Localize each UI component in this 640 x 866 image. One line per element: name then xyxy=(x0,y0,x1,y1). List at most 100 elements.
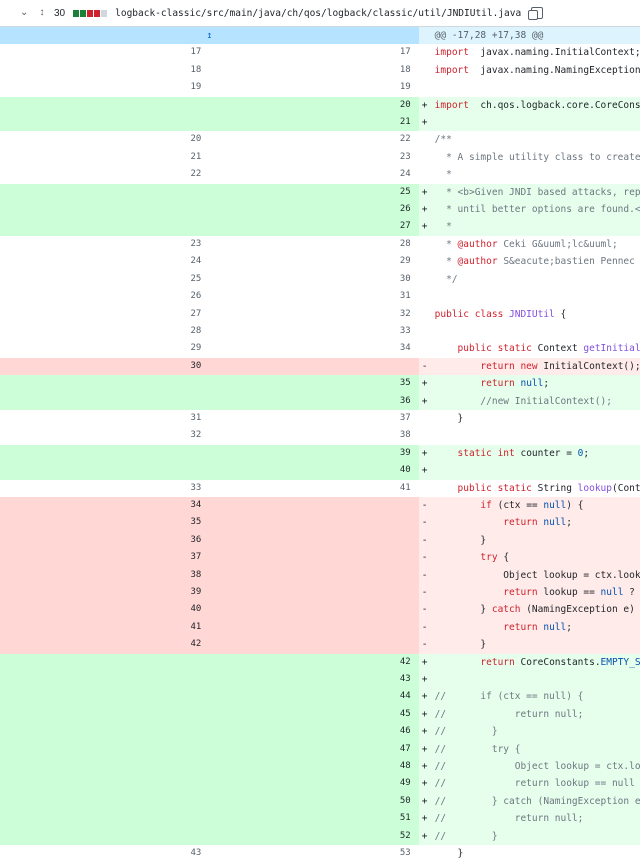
old-line-number[interactable]: 23 xyxy=(0,236,209,253)
old-line-number[interactable]: 29 xyxy=(0,340,209,357)
new-line-number[interactable] xyxy=(209,584,419,602)
new-line-number[interactable]: 53 xyxy=(209,845,418,862)
old-line-number[interactable]: 20 xyxy=(0,131,209,148)
old-line-number[interactable] xyxy=(0,792,210,811)
new-line-number[interactable]: 42 xyxy=(209,653,419,672)
old-line-number[interactable]: 35 xyxy=(0,514,210,532)
old-line-number[interactable] xyxy=(0,810,210,828)
new-line-number[interactable]: 46 xyxy=(209,723,419,741)
new-line-number[interactable]: 24 xyxy=(209,166,418,183)
file-path[interactable]: logback-classic/src/main/java/ch/qos/log… xyxy=(115,8,521,19)
old-line-number[interactable]: 18 xyxy=(0,62,209,79)
new-line-number[interactable]: 34 xyxy=(209,340,418,357)
new-line-number[interactable]: 25 xyxy=(209,183,419,202)
old-line-number[interactable] xyxy=(0,462,210,480)
new-line-number[interactable]: 35 xyxy=(209,375,419,393)
new-line-number[interactable]: 47 xyxy=(209,740,419,759)
new-line-number[interactable]: 50 xyxy=(209,792,419,811)
old-line-number[interactable]: 28 xyxy=(0,323,209,340)
old-line-number[interactable] xyxy=(0,723,210,741)
old-line-number[interactable] xyxy=(0,758,210,776)
old-line-number[interactable] xyxy=(0,218,210,236)
new-line-number[interactable]: 45 xyxy=(209,705,419,724)
new-line-number[interactable] xyxy=(209,357,419,376)
new-line-number[interactable]: 19 xyxy=(209,79,418,96)
expand-up-icon[interactable]: ↥ xyxy=(0,27,419,45)
new-line-number[interactable]: 17 xyxy=(209,44,418,61)
new-line-number[interactable]: 29 xyxy=(209,253,418,270)
old-line-number[interactable]: 24 xyxy=(0,253,209,270)
old-line-number[interactable] xyxy=(0,201,210,219)
new-line-number[interactable]: 51 xyxy=(209,810,419,828)
code-token: (NamingException e) { xyxy=(520,604,640,616)
chevron-down-icon[interactable]: ⌄ xyxy=(20,8,30,18)
old-line-number[interactable]: 26 xyxy=(0,288,209,305)
old-line-number[interactable]: 17 xyxy=(0,44,209,61)
new-line-number[interactable]: 38 xyxy=(209,427,418,444)
new-line-number[interactable] xyxy=(209,514,419,532)
old-line-number[interactable]: 33 xyxy=(0,480,209,497)
old-line-number[interactable] xyxy=(0,392,210,410)
old-line-number[interactable]: 21 xyxy=(0,149,209,166)
old-line-number[interactable]: 36 xyxy=(0,531,210,550)
old-line-number[interactable]: 42 xyxy=(0,636,210,654)
new-line-number[interactable]: 18 xyxy=(209,62,418,79)
new-line-number[interactable] xyxy=(209,601,419,619)
old-line-number[interactable]: 39 xyxy=(0,584,210,602)
new-line-number[interactable]: 36 xyxy=(209,392,419,410)
unfold-icon[interactable]: ↕ xyxy=(36,7,48,19)
old-line-number[interactable]: 31 xyxy=(0,410,209,427)
new-line-number[interactable]: 43 xyxy=(209,671,419,689)
new-line-number[interactable]: 52 xyxy=(209,827,419,846)
new-line-number[interactable]: 31 xyxy=(209,288,418,305)
old-line-number[interactable] xyxy=(0,375,210,393)
old-line-number[interactable]: 43 xyxy=(0,845,209,862)
old-line-number[interactable]: 37 xyxy=(0,549,210,567)
new-line-number[interactable]: 20 xyxy=(209,96,419,115)
new-line-number[interactable] xyxy=(209,618,419,637)
old-line-number[interactable] xyxy=(0,183,210,202)
old-line-number[interactable]: 41 xyxy=(0,618,210,637)
new-line-number[interactable]: 41 xyxy=(209,480,418,497)
old-line-number[interactable]: 38 xyxy=(0,566,210,584)
copy-icon[interactable] xyxy=(528,7,544,20)
old-line-number[interactable]: 27 xyxy=(0,306,209,323)
new-line-number[interactable] xyxy=(209,496,419,515)
old-line-number[interactable]: 19 xyxy=(0,79,209,96)
old-line-number[interactable] xyxy=(0,775,210,793)
new-line-number[interactable]: 30 xyxy=(209,271,418,288)
new-line-number[interactable]: 40 xyxy=(209,462,419,480)
new-line-number[interactable] xyxy=(209,531,419,550)
new-line-number[interactable]: 44 xyxy=(209,688,419,706)
old-line-number[interactable]: 22 xyxy=(0,166,209,183)
new-line-number[interactable] xyxy=(209,566,419,584)
old-line-number[interactable] xyxy=(0,705,210,724)
old-line-number[interactable]: 25 xyxy=(0,271,209,288)
new-line-number[interactable]: 28 xyxy=(209,236,418,253)
new-line-number[interactable] xyxy=(209,549,419,567)
old-line-number[interactable]: 30 xyxy=(0,357,210,376)
new-line-number[interactable]: 49 xyxy=(209,775,419,793)
new-line-number[interactable]: 33 xyxy=(209,323,418,340)
new-line-number[interactable]: 32 xyxy=(209,306,418,323)
old-line-number[interactable] xyxy=(0,96,210,115)
new-line-number[interactable]: 39 xyxy=(209,444,419,463)
new-line-number[interactable]: 37 xyxy=(209,410,418,427)
old-line-number[interactable] xyxy=(0,653,210,672)
old-line-number[interactable] xyxy=(0,740,210,759)
old-line-number[interactable] xyxy=(0,827,210,846)
new-line-number[interactable]: 27 xyxy=(209,218,419,236)
new-line-number[interactable]: 26 xyxy=(209,201,419,219)
old-line-number[interactable] xyxy=(0,671,210,689)
old-line-number[interactable] xyxy=(0,114,210,132)
old-line-number[interactable]: 34 xyxy=(0,496,210,515)
old-line-number[interactable]: 40 xyxy=(0,601,210,619)
new-line-number[interactable]: 21 xyxy=(209,114,419,132)
old-line-number[interactable] xyxy=(0,688,210,706)
new-line-number[interactable]: 23 xyxy=(209,149,418,166)
new-line-number[interactable] xyxy=(209,636,419,654)
old-line-number[interactable]: 32 xyxy=(0,427,209,444)
old-line-number[interactable] xyxy=(0,444,210,463)
new-line-number[interactable]: 48 xyxy=(209,758,419,776)
new-line-number[interactable]: 22 xyxy=(209,131,418,148)
